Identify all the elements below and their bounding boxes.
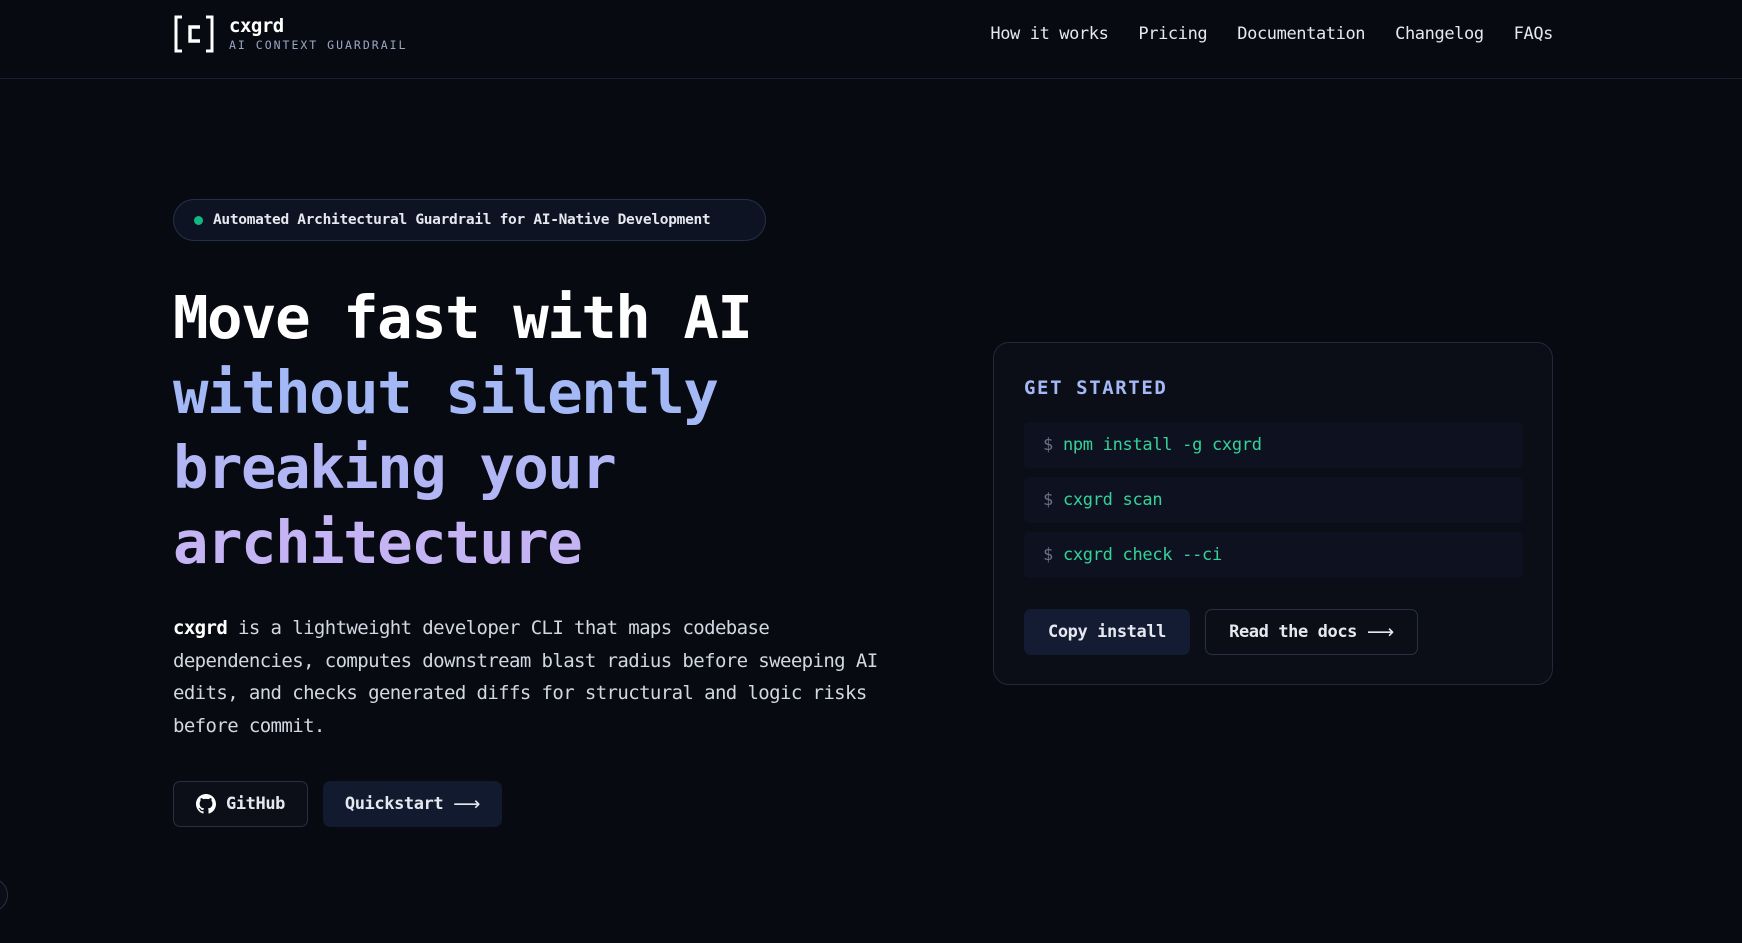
- floating-widget-button[interactable]: [0, 878, 8, 912]
- arrow-right-icon: ⟶: [1367, 621, 1394, 643]
- command-line[interactable]: $ cxgrd check --ci: [1024, 532, 1523, 578]
- command-text: cxgrd scan: [1062, 490, 1163, 510]
- prompt-symbol: $: [1043, 490, 1053, 510]
- command-text: npm install -g cxgrd: [1062, 435, 1262, 455]
- get-started-card: GET STARTED $ npm install -g cxgrd $ cxg…: [993, 342, 1553, 685]
- read-docs-button[interactable]: Read the docs ⟶: [1205, 609, 1418, 655]
- copy-install-button[interactable]: Copy install: [1024, 609, 1190, 655]
- top-navigation: cxgrd AI CONTEXT GUARDRAIL How it works …: [0, 0, 1742, 79]
- get-started-title: GET STARTED: [1024, 377, 1168, 399]
- quickstart-button[interactable]: Quickstart ⟶: [323, 781, 502, 827]
- command-line[interactable]: $ npm install -g cxgrd: [1024, 422, 1523, 468]
- prompt-symbol: $: [1043, 435, 1053, 455]
- status-dot-icon: [194, 215, 203, 225]
- brand-name: cxgrd: [229, 15, 284, 37]
- quickstart-button-label: Quickstart: [344, 794, 444, 814]
- nav-link-documentation[interactable]: Documentation: [1237, 24, 1365, 44]
- github-button-label: GitHub: [225, 794, 285, 814]
- prompt-symbol: $: [1043, 545, 1053, 565]
- nav-link-pricing[interactable]: Pricing: [1138, 24, 1207, 44]
- copy-install-label: Copy install: [1047, 622, 1167, 642]
- hero-badge: Automated Architectural Guardrail for AI…: [173, 199, 766, 241]
- brand-tagline: AI CONTEXT GUARDRAIL: [229, 38, 408, 52]
- command-line[interactable]: $ cxgrd scan: [1024, 477, 1523, 523]
- card-actions: Copy install Read the docs ⟶: [1024, 609, 1418, 655]
- headline-line-1: Move fast with AI: [173, 283, 753, 352]
- github-icon: [195, 794, 216, 814]
- hero-cta-row: GitHub Quickstart ⟶: [173, 781, 502, 827]
- nav-link-faqs[interactable]: FAQs: [1514, 24, 1554, 44]
- command-text: cxgrd check --ci: [1062, 545, 1222, 565]
- nav-link-how-it-works[interactable]: How it works: [990, 24, 1108, 44]
- arrow-right-icon: ⟶: [453, 793, 481, 815]
- brand[interactable]: cxgrd AI CONTEXT GUARDRAIL: [173, 13, 407, 55]
- description-product-name: cxgrd: [173, 617, 228, 639]
- hero-description: cxgrd is a lightweight developer CLI tha…: [173, 612, 913, 742]
- headline-line-4: architecture: [173, 508, 583, 577]
- bracket-c-logo-icon: [173, 13, 215, 55]
- description-text: is a lightweight developer CLI that maps…: [173, 617, 878, 737]
- github-button[interactable]: GitHub: [173, 781, 308, 827]
- hero-badge-text: Automated Architectural Guardrail for AI…: [213, 212, 711, 228]
- nav-links: How it works Pricing Documentation Chang…: [990, 24, 1553, 44]
- nav-link-changelog[interactable]: Changelog: [1395, 24, 1484, 44]
- headline-line-3: breaking your: [173, 433, 617, 502]
- headline-line-2: without silently: [173, 358, 719, 427]
- read-docs-label: Read the docs: [1229, 622, 1357, 642]
- hero-headline: Move fast with AI without silently break…: [173, 280, 873, 580]
